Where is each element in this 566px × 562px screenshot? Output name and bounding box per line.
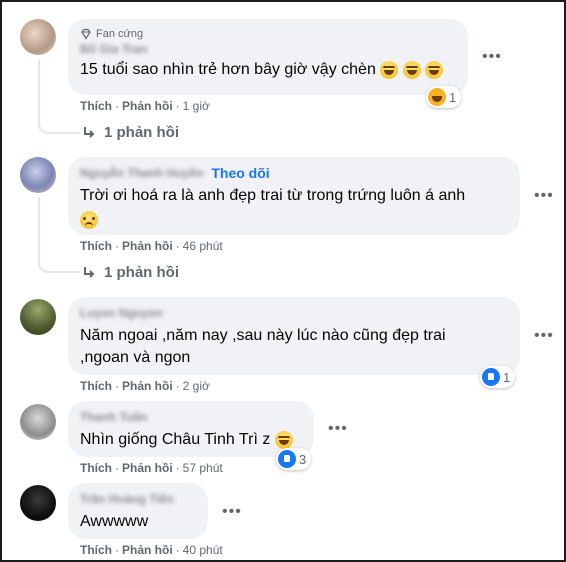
reaction-count: 3: [299, 451, 307, 467]
view-replies-link[interactable]: 1 phản hồi: [82, 264, 179, 281]
reaction-summary[interactable]: 1: [426, 86, 462, 108]
comment-bubble: Thanh Tuấn Nhìn giống Châu Tinh Trì z: [68, 401, 314, 457]
comment-text-content: 15 tuổi sao nhìn trẻ hơn bây giờ vậy chè…: [80, 61, 376, 78]
reply-arrow-icon: [84, 266, 95, 278]
comment-author[interactable]: Thanh Tuấn: [80, 409, 302, 425]
comment-author[interactable]: Nguyễn Thanh Huyền: [80, 165, 203, 181]
comment-emoji-line: [80, 209, 508, 231]
more-options-icon[interactable]: •••: [328, 421, 348, 437]
comment-actions: Thích · Phản hồi · 57 phút: [80, 461, 223, 475]
view-replies-link[interactable]: 1 phản hồi: [82, 124, 179, 141]
reply-arrow-icon: [84, 126, 95, 138]
comment-actions: Thích · Phản hồi · 1 giờ: [80, 99, 210, 113]
comment-text: Awwwww: [80, 513, 149, 530]
rofl-emoji-icon: [274, 430, 293, 449]
thread-connector: [38, 120, 80, 134]
avatar[interactable]: [20, 157, 56, 193]
reaction-count: 1: [449, 89, 457, 105]
more-options-icon[interactable]: •••: [534, 328, 554, 344]
thread-line: [38, 197, 40, 259]
like-button[interactable]: Thích: [80, 461, 112, 475]
comment-time[interactable]: 57 phút: [183, 461, 223, 475]
comment-time[interactable]: 40 phút: [183, 543, 223, 557]
reply-button[interactable]: Phản hồi: [122, 379, 173, 393]
follow-button[interactable]: Theo dõi: [211, 165, 269, 181]
like-reaction-icon: [482, 368, 500, 386]
more-options-icon[interactable]: •••: [482, 49, 502, 65]
reaction-count: 1: [503, 369, 511, 385]
pleading-emoji-icon: [80, 210, 98, 229]
comment-text-line: ,ngoan và ngon: [80, 349, 191, 366]
comment-bubble: Luyen Nguyen Năm ngoai ,năm nay ,sau này…: [68, 297, 520, 375]
comment-author[interactable]: Luyen Nguyen: [80, 305, 508, 321]
comment-text: 15 tuổi sao nhìn trẻ hơn bây giờ vậy chè…: [80, 59, 456, 81]
replies-count: 1 phản hồi: [104, 124, 179, 141]
reaction-summary[interactable]: 3: [276, 448, 312, 470]
like-button[interactable]: Thích: [80, 543, 112, 557]
comment-bubble: Fan cứng Bố Gia Tran 15 tuổi sao nhìn tr…: [68, 19, 468, 95]
comment-author[interactable]: Bố Gia Tran: [80, 41, 456, 57]
laughing-emoji-icon: [425, 60, 444, 79]
author-row: Nguyễn Thanh Huyền Theo dõi: [80, 165, 508, 181]
reply-button[interactable]: Phản hồi: [122, 461, 173, 475]
comment-author[interactable]: Trần Hoàng Tiến: [80, 491, 196, 507]
comment-text-line: Năm ngoai ,năm nay ,sau này lúc nào cũng…: [80, 327, 446, 344]
reaction-summary[interactable]: 1: [480, 366, 516, 388]
badge-label: Fan cứng: [96, 28, 144, 40]
laughing-emoji-icon: [380, 60, 399, 79]
like-button[interactable]: Thích: [80, 239, 112, 253]
avatar[interactable]: [20, 485, 56, 521]
comment-actions: Thích · Phản hồi · 46 phút: [80, 239, 223, 253]
replies-count: 1 phản hồi: [104, 264, 179, 281]
reply-button[interactable]: Phản hồi: [122, 543, 173, 557]
avatar[interactable]: [20, 404, 56, 440]
comment-actions: Thích · Phản hồi · 2 giờ: [80, 379, 210, 393]
avatar[interactable]: [20, 299, 56, 335]
thread-connector: [38, 259, 80, 273]
comment-text-content: Trời ơi hoá ra là anh đẹp trai từ trong …: [80, 187, 466, 204]
comment-bubble: Trần Hoàng Tiến Awwwww: [68, 483, 208, 539]
avatar[interactable]: [20, 19, 56, 55]
comment-time[interactable]: 2 giờ: [183, 379, 210, 393]
reply-button[interactable]: Phản hồi: [122, 239, 173, 253]
like-reaction-icon: [278, 450, 296, 468]
fan-badge: Fan cứng: [80, 27, 456, 41]
like-button[interactable]: Thích: [80, 379, 112, 393]
comments-panel: Fan cứng Bố Gia Tran 15 tuổi sao nhìn tr…: [0, 0, 566, 562]
like-button[interactable]: Thích: [80, 99, 112, 113]
comment-bubble: Nguyễn Thanh Huyền Theo dõi Trời ơi hoá …: [68, 157, 520, 235]
comment-time[interactable]: 46 phút: [183, 239, 223, 253]
comment-text: Nhìn giống Châu Tinh Trì z: [80, 429, 302, 451]
comment-actions: Thích · Phản hồi · 40 phút: [80, 543, 223, 557]
comment-time[interactable]: 1 giờ: [183, 99, 210, 113]
more-options-icon[interactable]: •••: [534, 188, 554, 204]
thread-line: [38, 60, 40, 120]
laughing-emoji-icon: [402, 60, 421, 79]
more-options-icon[interactable]: •••: [222, 504, 242, 520]
reply-button[interactable]: Phản hồi: [122, 99, 173, 113]
comment-text: Trời ơi hoá ra là anh đẹp trai từ trong …: [80, 185, 508, 207]
haha-reaction-icon: [428, 88, 446, 106]
comment-text-content: Nhìn giống Châu Tinh Trì z: [80, 431, 271, 448]
diamond-icon: [81, 28, 91, 40]
